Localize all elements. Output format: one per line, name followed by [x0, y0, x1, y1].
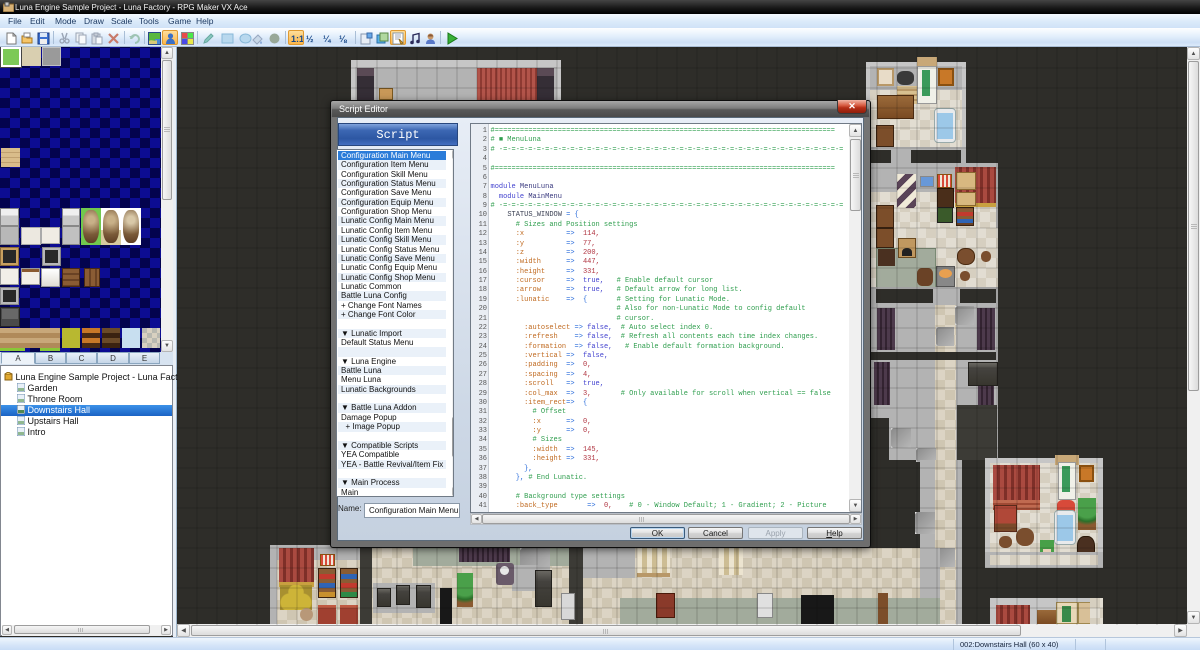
svg-text:¼: ¼ [323, 34, 332, 44]
svg-text:½: ½ [306, 34, 314, 44]
svg-text:1:1: 1:1 [291, 34, 303, 44]
svg-text:⅛: ⅛ [339, 34, 347, 44]
